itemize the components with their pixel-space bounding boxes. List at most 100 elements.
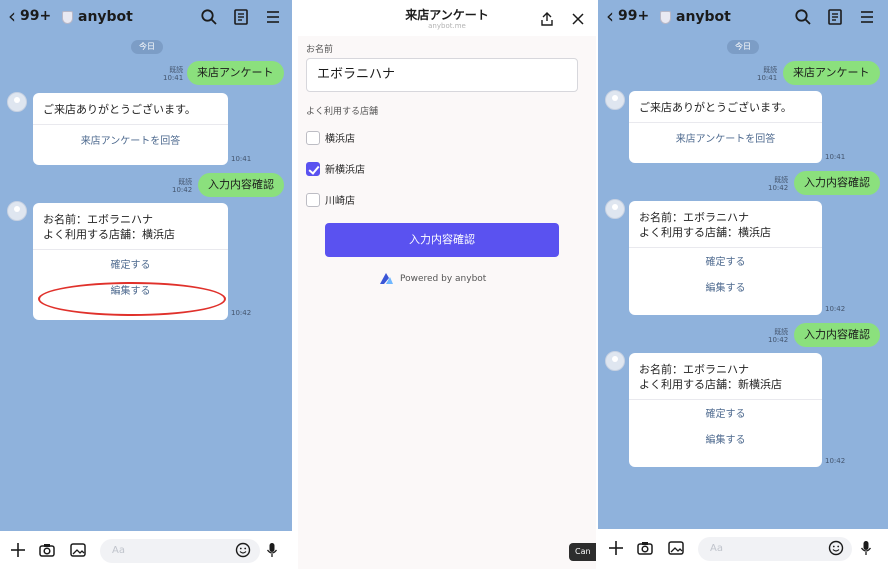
message-card: ご来店ありがとうございます。 来店アンケートを回答 (33, 93, 228, 165)
header-actions (794, 8, 876, 26)
search-icon[interactable] (794, 8, 812, 26)
unread-count: 99+ (20, 8, 52, 24)
store-label: よく利用する店舗 (306, 107, 379, 117)
message-card: お名前：エボラニハナ よく利用する店舗：横浜店 確定する 編集する (629, 201, 822, 315)
read-receipt: 既読 (178, 178, 193, 186)
store-option-shinyokohama[interactable]: 新横浜店 (306, 161, 365, 176)
message-time: 10:41 (757, 74, 778, 82)
message-time: 10:42 (231, 309, 252, 317)
card-divider (629, 247, 822, 248)
plus-icon[interactable] (607, 539, 625, 557)
bot-avatar[interactable] (605, 351, 625, 371)
card-text: お名前：エボラニハナ よく利用する店舗：新横浜店 (629, 353, 822, 392)
message-time: 10:42 (768, 336, 789, 344)
search-icon[interactable] (200, 8, 218, 26)
header-actions (200, 8, 282, 26)
message-time: 10:41 (163, 74, 184, 82)
outgoing-message[interactable]: 入力内容確認 (198, 173, 284, 197)
confirm-button[interactable]: 確定する (629, 402, 822, 428)
confirm-button[interactable]: 確定する (629, 250, 822, 276)
plus-icon[interactable] (9, 541, 27, 559)
confirm-input-button[interactable]: 入力内容確認 (325, 223, 559, 257)
message-time: 10:42 (825, 305, 846, 313)
message-time: 10:42 (172, 186, 193, 194)
store-option-yokohama[interactable]: 横浜店 (306, 130, 355, 145)
card-text: お名前：エボラニハナ よく利用する店舗：横浜店 (33, 203, 228, 242)
chat-header: ‹ 99+ anybot (0, 0, 292, 34)
notes-icon[interactable] (826, 8, 844, 26)
left-chat-screen: ‹ 99+ anybot 今日 既読 10:41 来店アンケート ご来店ありがと… (0, 0, 292, 569)
card-line-store: よく利用する店舗：横浜店 (639, 226, 771, 239)
image-icon[interactable] (69, 541, 87, 559)
option-label: 横浜店 (325, 134, 355, 145)
confirm-button[interactable]: 確定する (33, 253, 228, 279)
emoji-icon[interactable] (827, 539, 845, 557)
message-meta: 既読 10:42 (768, 328, 788, 344)
anybot-logo-icon (380, 273, 393, 284)
message-card: ご来店ありがとうございます。 来店アンケートを回答 (629, 91, 822, 163)
read-receipt: 既読 (774, 176, 789, 184)
card-divider (33, 249, 228, 250)
back-button[interactable]: ‹ 99+ (8, 6, 52, 26)
camera-icon[interactable] (636, 539, 654, 557)
option-label: 川崎店 (325, 196, 355, 207)
highlight-circle (38, 282, 226, 316)
share-icon[interactable] (540, 11, 554, 27)
camera-icon[interactable] (38, 541, 56, 559)
shield-icon (660, 10, 671, 24)
bot-avatar[interactable] (605, 199, 625, 219)
message-time: 10:42 (825, 457, 846, 465)
read-receipt: 既読 (763, 66, 778, 74)
edit-button[interactable]: 編集する (629, 428, 822, 454)
message-time: 10:41 (825, 153, 846, 161)
bot-avatar[interactable] (7, 201, 27, 221)
image-icon[interactable] (667, 539, 685, 557)
store-option-kawasaki[interactable]: 川崎店 (306, 192, 355, 207)
card-text: ご来店ありがとうございます。 (43, 103, 196, 116)
read-receipt: 既読 (774, 328, 789, 336)
option-label: 新横浜店 (325, 165, 365, 176)
checkbox-checked[interactable] (306, 161, 320, 176)
card-line-name: お名前：エボラニハナ (43, 213, 153, 226)
outgoing-message[interactable]: 来店アンケート (783, 61, 880, 85)
shield-icon (62, 10, 73, 24)
outgoing-message[interactable]: 入力内容確認 (794, 171, 880, 195)
name-field[interactable]: エボラニハナ (306, 58, 578, 92)
chevron-left-icon: ‹ (606, 4, 614, 28)
bot-avatar[interactable] (605, 90, 625, 110)
emoji-icon[interactable] (234, 541, 252, 559)
edit-button[interactable]: 編集する (629, 276, 822, 302)
back-button[interactable]: ‹ 99+ (606, 4, 649, 28)
card-line-name: お名前：エボラニハナ (639, 211, 749, 224)
screenshot-root: ‹ 99+ anybot 今日 既読 10:41 来店アンケート ご来店ありがと… (0, 0, 888, 569)
chat-header: ‹ 99+ anybot (598, 0, 888, 34)
message-meta: 既読 10:42 (768, 176, 788, 192)
outgoing-message[interactable]: 入力内容確認 (794, 323, 880, 347)
microphone-icon[interactable] (857, 539, 875, 557)
microphone-icon[interactable] (263, 541, 281, 559)
checkbox[interactable] (306, 130, 320, 145)
powered-by: Powered by anybot (380, 273, 486, 284)
message-meta: 既読 10:41 (757, 66, 777, 82)
survey-form: お名前 エボラニハナ よく利用する店舗 横浜店 新横浜店 川崎店 (298, 36, 596, 569)
message-time: 10:41 (231, 155, 252, 163)
read-receipt: 既読 (169, 66, 184, 74)
bot-avatar[interactable] (7, 92, 27, 112)
card-text: ご来店ありがとうございます。 (639, 101, 792, 114)
webview-header: 来店アンケート anybot.me (298, 0, 596, 36)
message-time: 10:42 (768, 184, 789, 192)
notes-icon[interactable] (232, 8, 250, 26)
outgoing-message[interactable]: 来店アンケート (187, 61, 284, 85)
menu-icon[interactable] (858, 8, 876, 26)
menu-icon[interactable] (264, 8, 282, 26)
answer-survey-button[interactable]: 来店アンケートを回答 (33, 129, 228, 155)
cancel-tooltip[interactable]: Can (569, 543, 596, 561)
card-line-store: よく利用する店舗：横浜店 (43, 228, 175, 241)
answer-survey-button[interactable]: 来店アンケートを回答 (629, 127, 822, 153)
chat-title: anybot (62, 9, 133, 25)
checkbox[interactable] (306, 192, 320, 207)
right-chat-screen: ‹ 99+ anybot 今日 既読 10:41 来店アンケート ご来店ありがと… (598, 0, 888, 569)
close-icon[interactable] (571, 11, 585, 25)
composer-bar: Aa (598, 529, 888, 569)
card-line-store: よく利用する店舗：新横浜店 (639, 378, 782, 391)
